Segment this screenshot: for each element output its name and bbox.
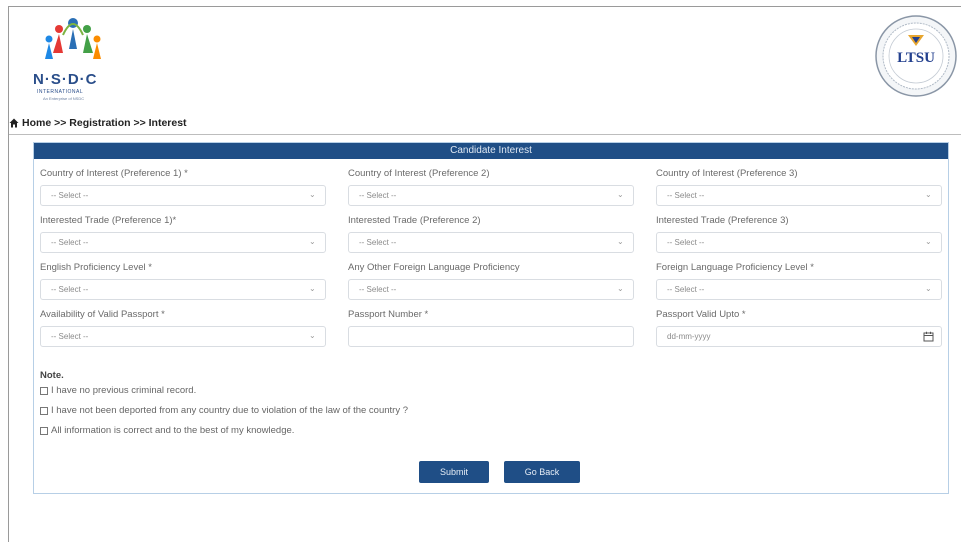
select-value: -- Select -- [359, 191, 397, 200]
field-label: Any Other Foreign Language Proficiency [348, 262, 520, 273]
card-title: Candidate Interest [34, 143, 948, 159]
chevron-down-icon: ⌄ [309, 190, 316, 199]
submit-button[interactable]: Submit [419, 461, 489, 483]
checkbox[interactable] [40, 426, 48, 435]
field-passport-valid-upto: Passport Valid Upto * dd-mm-yyyy [656, 308, 942, 347]
field-valid-passport: Availability of Valid Passport * -- Sele… [40, 308, 326, 347]
field-foreign-language-level: Foreign Language Proficiency Level * -- … [656, 261, 942, 300]
candidate-interest-card: Candidate Interest Country of Interest (… [33, 142, 949, 494]
trade-pref-1-select[interactable]: -- Select -- ⌄ [40, 232, 326, 253]
nsdc-figures-icon [45, 18, 101, 59]
trade-pref-2-select[interactable]: -- Select -- ⌄ [348, 232, 634, 253]
nsdc-wordmark: N·S·D·C [33, 71, 98, 88]
chevron-down-icon: ⌄ [309, 331, 316, 340]
other-language-select[interactable]: -- Select -- ⌄ [348, 279, 634, 300]
header-divider [9, 134, 961, 135]
field-label: Country of Interest (Preference 3) [656, 168, 798, 179]
note-label: Note. [40, 370, 64, 381]
select-value: -- Select -- [667, 191, 705, 200]
foreign-language-level-select[interactable]: -- Select -- ⌄ [656, 279, 942, 300]
select-value: -- Select -- [667, 238, 705, 247]
field-label: Interested Trade (Preference 1)* [40, 215, 177, 226]
field-country-pref-1: Country of Interest (Preference 1) * -- … [40, 167, 326, 206]
field-trade-pref-3: Interested Trade (Preference 3) -- Selec… [656, 214, 942, 253]
field-label: Country of Interest (Preference 2) [348, 168, 490, 179]
chevron-down-icon: ⌄ [925, 237, 932, 246]
breadcrumb: Home >> Registration >> Interest [9, 115, 961, 131]
field-trade-pref-1: Interested Trade (Preference 1)* -- Sele… [40, 214, 326, 253]
nsdc-logo: N·S·D·C INTERNATIONAL An Enterprise of N… [23, 15, 133, 103]
chevron-down-icon: ⌄ [309, 237, 316, 246]
trade-pref-3-select[interactable]: -- Select -- ⌄ [656, 232, 942, 253]
field-label: Foreign Language Proficiency Level * [656, 262, 814, 273]
field-other-language: Any Other Foreign Language Proficiency -… [348, 261, 634, 300]
passport-valid-upto-date[interactable]: dd-mm-yyyy [656, 326, 942, 347]
chevron-down-icon: ⌄ [617, 190, 624, 199]
field-passport-number: Passport Number * [348, 308, 634, 347]
chevron-down-icon: ⌄ [309, 284, 316, 293]
field-country-pref-2: Country of Interest (Preference 2) -- Se… [348, 167, 634, 206]
chevron-down-icon: ⌄ [617, 237, 624, 246]
field-trade-pref-2: Interested Trade (Preference 2) -- Selec… [348, 214, 634, 253]
ltsu-wordmark: LTSU [897, 50, 935, 66]
field-label: Passport Number * [348, 309, 429, 320]
chevron-down-icon: ⌄ [925, 284, 932, 293]
checkbox-label: I have not been deported from any countr… [51, 405, 409, 416]
select-value: -- Select -- [51, 238, 89, 247]
go-back-button[interactable]: Go Back [504, 461, 580, 483]
field-label: Passport Valid Upto * [656, 309, 746, 320]
ltsu-logo: LTSU [875, 13, 957, 99]
select-value: -- Select -- [51, 332, 89, 341]
valid-passport-select[interactable]: -- Select -- ⌄ [40, 326, 326, 347]
field-country-pref-3: Country of Interest (Preference 3) -- Se… [656, 167, 942, 206]
english-proficiency-select[interactable]: -- Select -- ⌄ [40, 279, 326, 300]
page-frame: N·S·D·C INTERNATIONAL An Enterprise of N… [8, 6, 961, 542]
home-icon[interactable] [9, 118, 19, 128]
country-pref-2-select[interactable]: -- Select -- ⌄ [348, 185, 634, 206]
select-value: -- Select -- [51, 285, 89, 294]
field-label: Availability of Valid Passport * [40, 309, 165, 320]
passport-number-input[interactable] [348, 326, 634, 347]
checkbox-information-correct[interactable]: All information is correct and to the be… [40, 425, 294, 436]
date-placeholder: dd-mm-yyyy [667, 332, 711, 341]
field-label: English Proficiency Level * [40, 262, 152, 273]
nsdc-subtitle: INTERNATIONAL [37, 89, 84, 95]
checkbox[interactable] [40, 406, 48, 415]
country-pref-3-select[interactable]: -- Select -- ⌄ [656, 185, 942, 206]
select-value: -- Select -- [51, 191, 89, 200]
select-value: -- Select -- [359, 238, 397, 247]
calendar-icon[interactable] [923, 331, 934, 342]
checkbox-label: I have no previous criminal record. [51, 385, 197, 396]
chevron-down-icon: ⌄ [925, 190, 932, 199]
select-value: -- Select -- [667, 285, 705, 294]
select-value: -- Select -- [359, 285, 397, 294]
checkbox-no-criminal-record[interactable]: I have no previous criminal record. [40, 385, 196, 396]
field-label: Interested Trade (Preference 2) [348, 215, 481, 226]
checkbox-not-deported[interactable]: I have not been deported from any countr… [40, 405, 408, 416]
field-english-proficiency: English Proficiency Level * -- Select --… [40, 261, 326, 300]
header: N·S·D·C INTERNATIONAL An Enterprise of N… [9, 7, 961, 107]
checkbox-label: All information is correct and to the be… [51, 425, 295, 436]
checkbox[interactable] [40, 386, 48, 395]
breadcrumb-text[interactable]: Home >> Registration >> Interest [22, 117, 187, 129]
country-pref-1-select[interactable]: -- Select -- ⌄ [40, 185, 326, 206]
nsdc-tagline: An Enterprise of NSDC [43, 96, 85, 101]
chevron-down-icon: ⌄ [617, 284, 624, 293]
field-label: Interested Trade (Preference 3) [656, 215, 789, 226]
field-label: Country of Interest (Preference 1) * [40, 168, 188, 179]
